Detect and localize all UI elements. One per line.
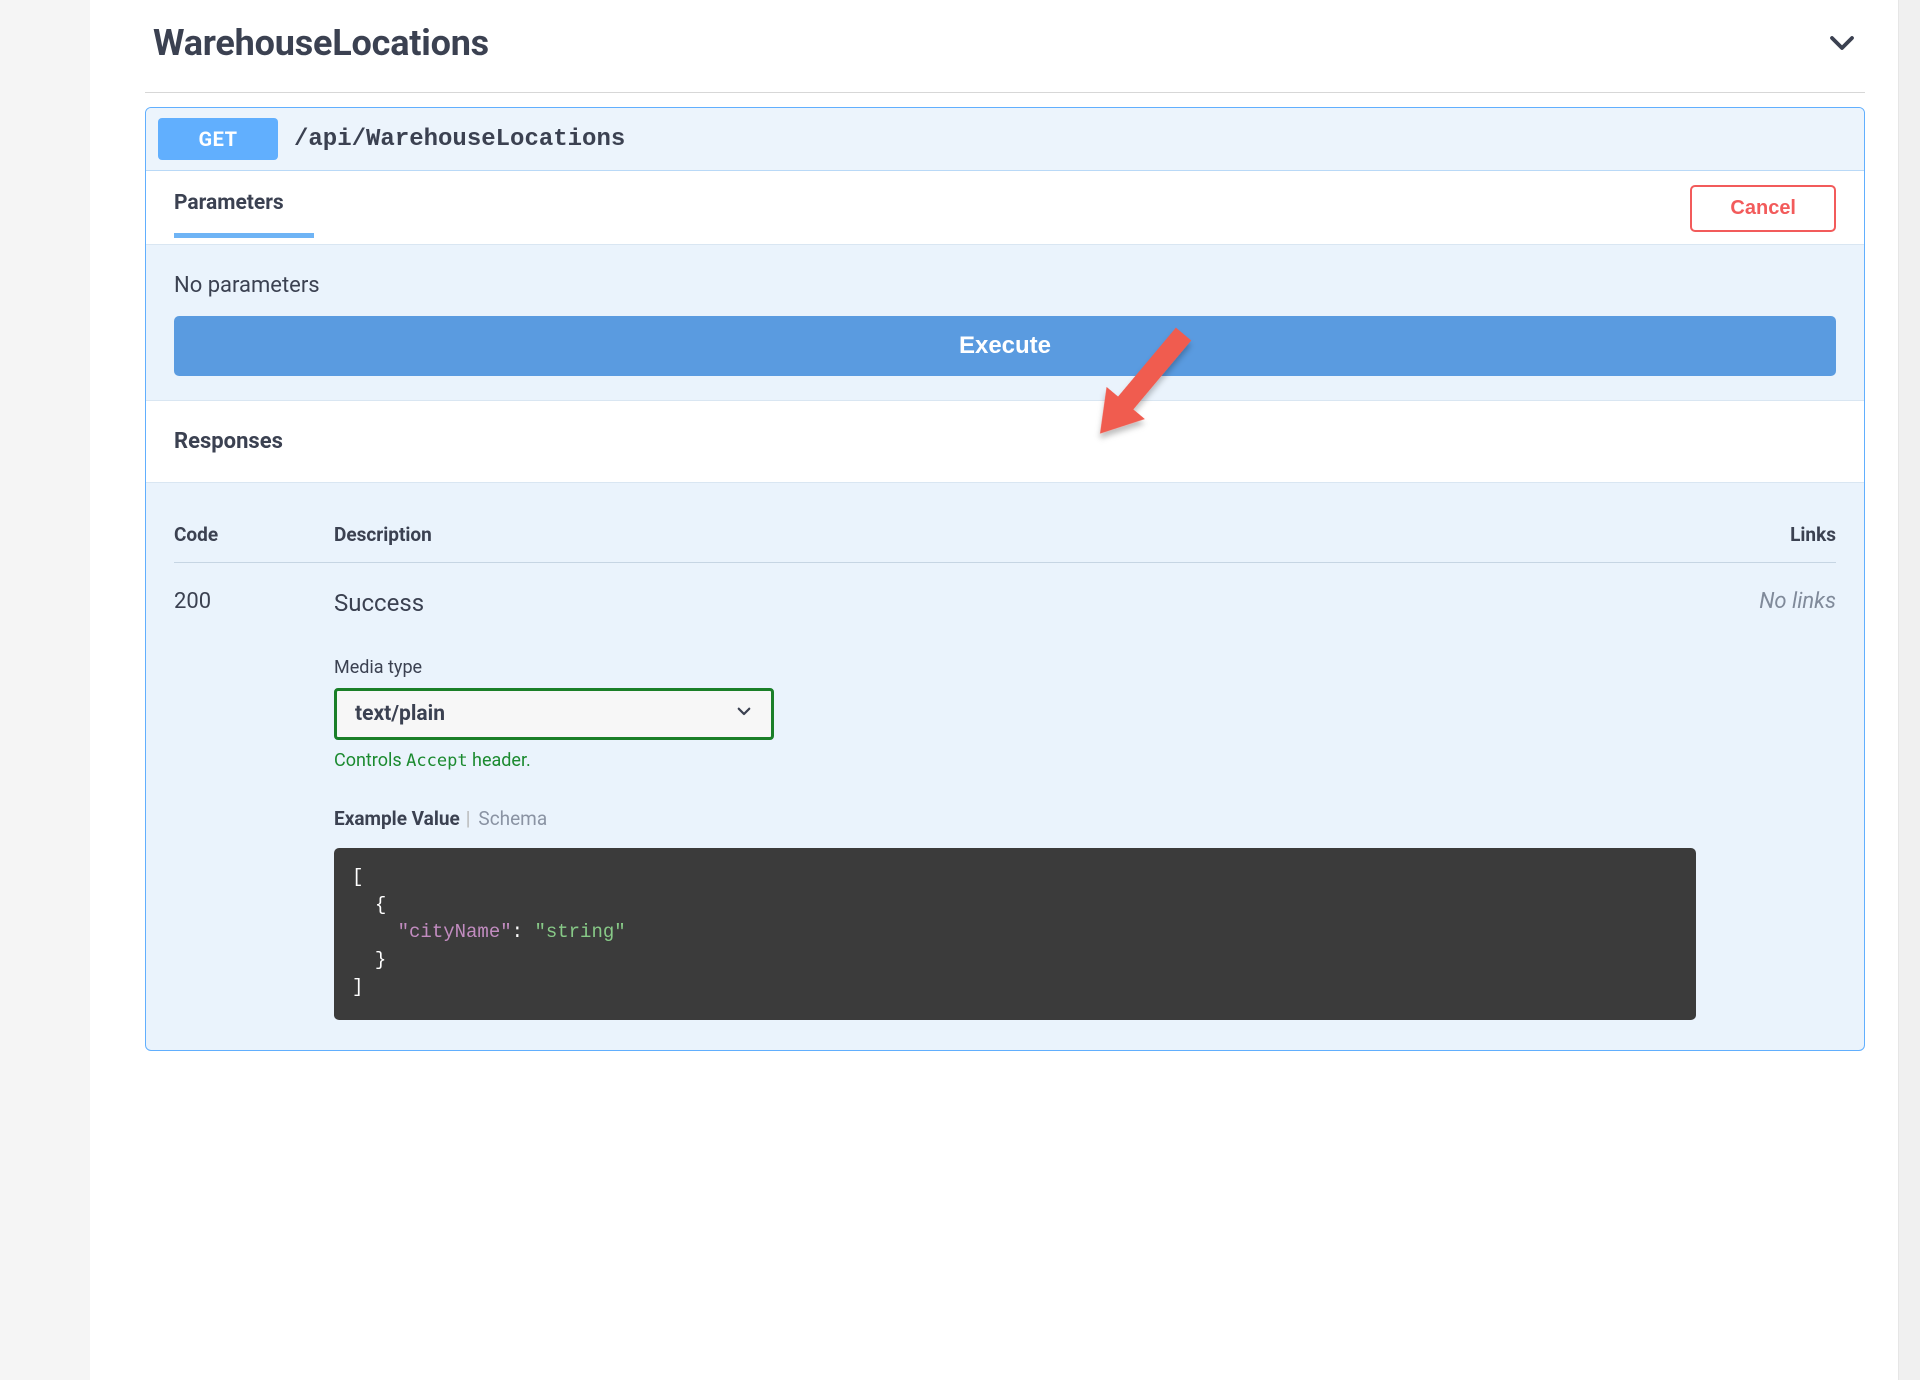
- response-code: 200: [174, 589, 334, 614]
- parameters-body: No parameters: [146, 245, 1864, 316]
- response-description-cell: Success Media type text/plain Controls A…: [334, 589, 1696, 1020]
- col-code: Code: [174, 523, 334, 546]
- operation-block: GET /api/WarehouseLocations Parameters C…: [145, 107, 1865, 1051]
- chevron-down-icon[interactable]: [1827, 28, 1857, 58]
- media-type-value: text/plain: [355, 702, 445, 726]
- parameters-tab[interactable]: Parameters: [174, 191, 314, 238]
- endpoint-path: /api/WarehouseLocations: [294, 126, 625, 153]
- accept-header-hint: Controls Accept header.: [334, 750, 1696, 771]
- responses-table: Code Description Links 200 Success Media…: [146, 483, 1864, 1050]
- chevron-down-icon: [735, 702, 753, 726]
- vertical-scrollbar[interactable]: [1898, 0, 1920, 1380]
- response-row: 200 Success Media type text/plain Contro…: [174, 563, 1836, 1020]
- execute-button[interactable]: Execute: [174, 316, 1836, 376]
- operation-summary[interactable]: GET /api/WarehouseLocations: [146, 108, 1864, 171]
- col-description: Description: [334, 523, 1696, 546]
- responses-table-header: Code Description Links: [174, 523, 1836, 563]
- no-parameters-text: No parameters: [174, 273, 1836, 298]
- parameters-bar: Parameters Cancel: [146, 171, 1864, 245]
- cancel-button[interactable]: Cancel: [1690, 185, 1836, 232]
- example-response-body: [ { "cityName": "string" } ]: [334, 848, 1696, 1020]
- example-schema-switch: Example Value|Schema: [334, 807, 1696, 830]
- http-method-badge: GET: [158, 118, 278, 160]
- response-description: Success: [334, 589, 1696, 617]
- schema-tab[interactable]: Schema: [478, 807, 547, 830]
- example-value-tab[interactable]: Example Value: [334, 807, 460, 830]
- col-links: Links: [1696, 523, 1836, 546]
- response-links: No links: [1696, 589, 1836, 614]
- responses-heading: Responses: [146, 400, 1864, 483]
- section-header[interactable]: WarehouseLocations: [145, 0, 1865, 93]
- media-type-label: Media type: [334, 657, 1696, 678]
- media-type-select[interactable]: text/plain: [334, 688, 774, 740]
- section-title: WarehouseLocations: [153, 22, 489, 64]
